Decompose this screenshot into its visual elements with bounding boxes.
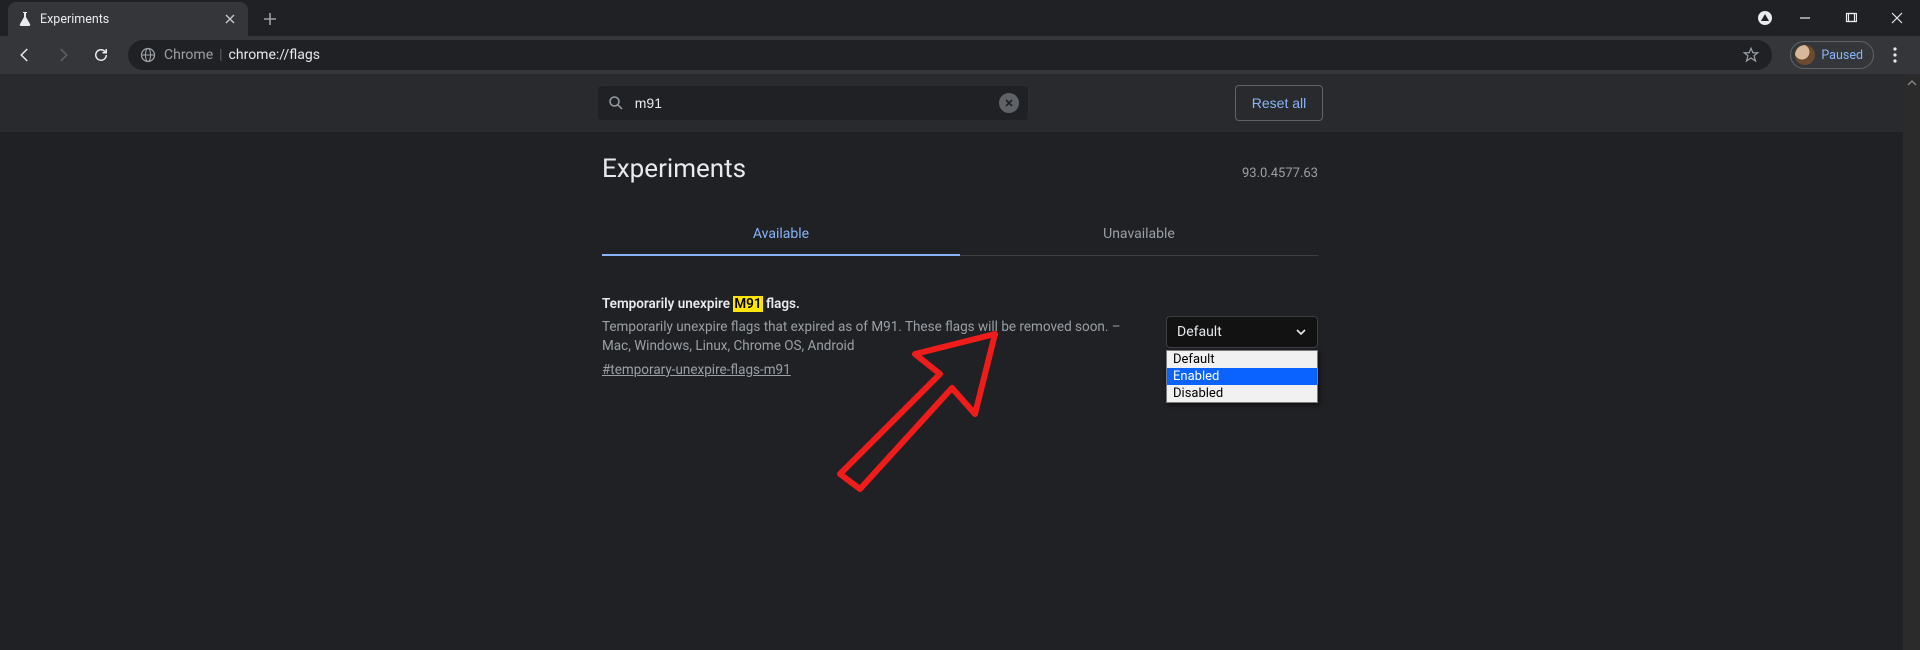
- flag-select-dropdown[interactable]: Default Enabled Disabled: [1166, 350, 1318, 403]
- option-default[interactable]: Default: [1167, 351, 1317, 368]
- tab-unavailable[interactable]: Unavailable: [960, 214, 1318, 255]
- page-viewport: Reset all Experiments 93.0.4577.63 Avail…: [0, 74, 1920, 650]
- profile-label: Paused: [1821, 48, 1863, 63]
- avatar-icon: [1795, 45, 1815, 65]
- bookmark-star-icon[interactable]: [1742, 46, 1760, 64]
- page-title: Experiments: [602, 154, 746, 184]
- profile-chip[interactable]: Paused: [1790, 41, 1874, 69]
- flag-description: Temporarily unexpire flags that expired …: [602, 318, 1146, 356]
- browser-toolbar: Chrome | chrome://flags Paused: [0, 36, 1920, 74]
- tab-available[interactable]: Available: [602, 214, 960, 256]
- chevron-down-icon: [1295, 326, 1307, 338]
- browser-menu-button[interactable]: [1878, 40, 1912, 70]
- address-text: Chrome | chrome://flags: [164, 47, 1734, 63]
- address-path: chrome://flags: [229, 47, 320, 63]
- window-controls: [1748, 0, 1920, 36]
- flag-anchor-link[interactable]: #temporary-unexpire-flags-m91: [602, 362, 791, 378]
- tab-title: Experiments: [40, 12, 214, 27]
- reload-button[interactable]: [84, 40, 118, 70]
- chrome-version: 93.0.4577.63: [1242, 166, 1318, 181]
- option-enabled[interactable]: Enabled: [1167, 368, 1317, 385]
- back-button[interactable]: [8, 40, 42, 70]
- browser-tab-active[interactable]: Experiments: [8, 2, 248, 36]
- flag-entry: Temporarily unexpire M91 flags. Temporar…: [602, 296, 1318, 378]
- flags-content: Experiments 93.0.4577.63 Available Unava…: [602, 74, 1318, 650]
- site-info-icon[interactable]: [140, 47, 156, 63]
- scrollbar-up-icon[interactable]: [1903, 74, 1920, 91]
- window-minimize-button[interactable]: [1782, 0, 1828, 36]
- window-titlebar: Experiments: [0, 0, 1920, 36]
- search-highlight: M91: [733, 296, 762, 312]
- forward-button[interactable]: [46, 40, 80, 70]
- window-close-button[interactable]: [1874, 0, 1920, 36]
- window-maximize-button[interactable]: [1828, 0, 1874, 36]
- flag-select[interactable]: Default Default Enabled Disabled: [1166, 316, 1318, 348]
- flags-tab-row: Available Unavailable: [602, 214, 1318, 256]
- address-host: Chrome: [164, 47, 213, 63]
- flag-title: Temporarily unexpire M91 flags.: [602, 296, 1146, 312]
- flag-select-display[interactable]: Default: [1166, 316, 1318, 348]
- new-tab-button[interactable]: [256, 5, 284, 33]
- tab-close-icon[interactable]: [222, 11, 238, 27]
- flask-icon: [18, 12, 32, 26]
- option-disabled[interactable]: Disabled: [1167, 385, 1317, 402]
- flag-select-value: Default: [1177, 324, 1222, 340]
- tab-strip: Experiments: [0, 0, 284, 36]
- address-bar[interactable]: Chrome | chrome://flags: [128, 40, 1772, 70]
- extension-icon[interactable]: [1748, 0, 1782, 36]
- scrollbar-track[interactable]: [1903, 74, 1920, 650]
